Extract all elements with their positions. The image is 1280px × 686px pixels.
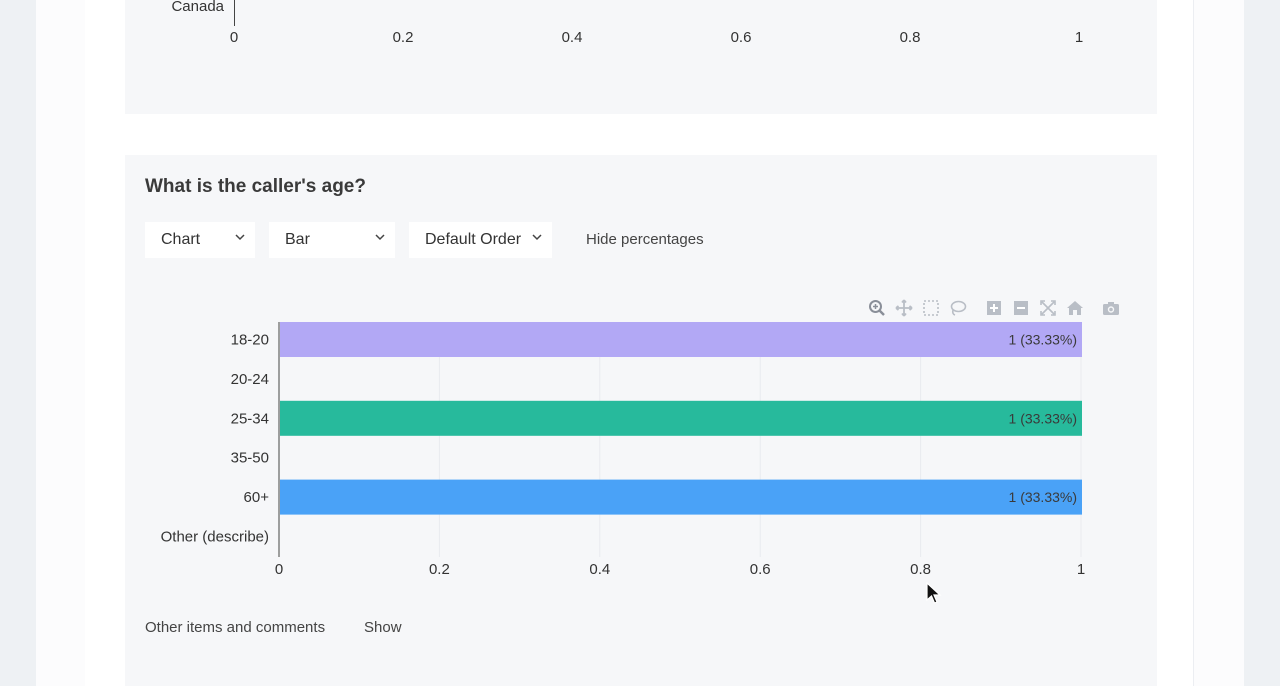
y-tick-label: 60+	[244, 489, 270, 506]
y-tick-label: 25-34	[231, 410, 269, 427]
bar-data-label: 1 (33.33%)	[1009, 489, 1077, 505]
y-tick-label: 20-24	[231, 371, 269, 388]
bar-60+[interactable]	[280, 479, 1082, 515]
x-tick-label: 0.6	[750, 561, 771, 578]
x-tick-label: 1	[1077, 561, 1085, 578]
x-tick-label: 0.2	[429, 561, 450, 578]
mouse-cursor-icon	[926, 582, 942, 604]
x-tick-label: 0.4	[589, 561, 610, 578]
y-tick-label: Other (describe)	[161, 529, 269, 546]
bar-data-label: 1 (33.33%)	[1009, 410, 1077, 426]
show-comments-link[interactable]: Show	[364, 619, 402, 636]
bar-25-34[interactable]	[280, 400, 1082, 436]
y-tick-label: 35-50	[231, 450, 269, 467]
bar-data-label: 1 (33.33%)	[1009, 332, 1077, 348]
age-bar-chart: 0 0.2 0.4 0.6 0.8 1 18-20 1 (33.33%) 20-24 25-34 1…	[161, 322, 1085, 578]
y-tick-label: 18-20	[231, 332, 269, 349]
x-tick-label: 0.8	[910, 561, 931, 578]
x-tick-label: 0	[275, 561, 283, 578]
other-items-label: Other items and comments	[145, 619, 326, 636]
bar-18-20[interactable]	[280, 322, 1082, 357]
